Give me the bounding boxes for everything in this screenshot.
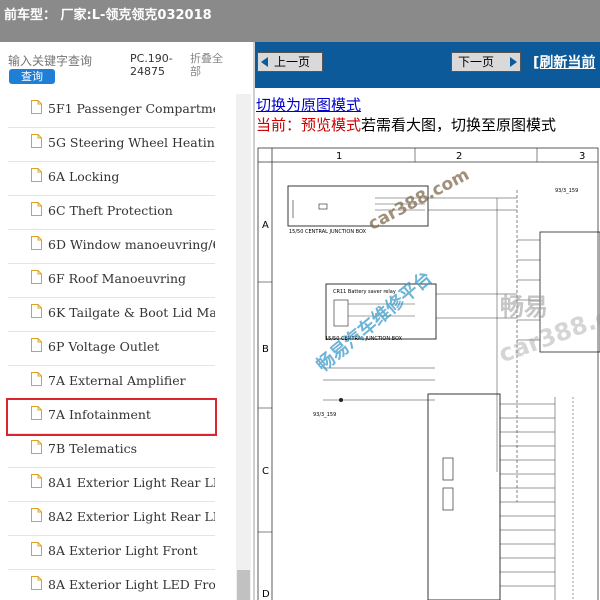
refresh-link[interactable]: [刷新当前 — [533, 52, 595, 72]
document-icon — [31, 134, 42, 148]
tree-item[interactable]: 6P Voltage Outlet — [8, 332, 215, 366]
document-icon — [31, 406, 42, 420]
tree-item[interactable]: 7B Telematics — [8, 434, 215, 468]
column-label-1: 1 — [336, 151, 342, 162]
document-icon — [31, 338, 42, 352]
tree-item[interactable]: 8A2 Exterior Light Rear LED — [8, 502, 215, 536]
tree-item-label: 7A Infotainment — [48, 407, 151, 422]
tree-item-label: 8A2 Exterior Light Rear LED — [48, 509, 215, 524]
page-nav-bar: 上一页 下一页 [刷新当前 — [255, 42, 600, 88]
mode-current: 预览模式 — [301, 116, 362, 134]
tree-item[interactable]: 6K Tailgate & Boot Lid Manoeuvring — [8, 298, 215, 332]
row-label-c: C — [262, 466, 269, 477]
tree-item[interactable]: 6D Window manoeuvring/6E Mirrors — [8, 230, 215, 264]
mode-status: 当前：预览模式若需看大图，切换至原图模式 — [256, 114, 556, 135]
tree-item-label: 6C Theft Protection — [48, 203, 173, 218]
prev-page-button[interactable]: 上一页 — [257, 52, 323, 72]
row-label-d: D — [262, 589, 270, 600]
sidebar-scrollbar[interactable] — [236, 94, 251, 600]
mode-suffix: 若需看大图，切换至原图模式 — [361, 116, 557, 134]
tree-item[interactable]: 6C Theft Protection — [8, 196, 215, 230]
tree-item-label: 5F1 Passenger Compartment Pre-Conditioni… — [48, 101, 215, 116]
document-icon — [31, 270, 42, 284]
document-icon — [31, 440, 42, 454]
tree-item-label: 7B Telematics — [48, 441, 138, 456]
switch-original-mode-link[interactable]: 切换为原图模式 — [256, 94, 361, 115]
pc-label: PC.190-24875 — [130, 52, 173, 78]
junction-box-1-title: 15/50 CENTRAL JUNCTION BOX — [289, 229, 367, 235]
column-label-3: 3 — [579, 151, 585, 162]
search-input[interactable] — [8, 52, 120, 70]
next-page-button[interactable]: 下一页 — [451, 52, 521, 72]
title-bar: 前车型： 厂家:L-领克领克032018 — [0, 0, 600, 42]
tree-item[interactable]: 6A Locking — [8, 162, 215, 196]
search-area: 查询 PC.190-24875 折叠全部 — [0, 42, 253, 92]
document-icon — [31, 202, 42, 216]
tree-item-label: 5G Steering Wheel Heating — [48, 135, 215, 150]
watermark-changyi: 畅易 — [500, 293, 548, 321]
document-icon — [31, 542, 42, 556]
arrow-right-icon — [510, 57, 517, 67]
tree-item[interactable]: 7A External Amplifier — [8, 366, 215, 400]
tree-item-label: 6D Window manoeuvring/6E Mirrors — [48, 237, 215, 252]
tree-item-label: 6A Locking — [48, 169, 120, 184]
row-label-b: B — [262, 344, 269, 355]
mode-prefix: 当前： — [256, 116, 302, 134]
wiring-diagram-svg: 1 2 3 A B C D 15/50 CENTRAL JUNCTION BOX… — [257, 147, 600, 600]
left-panel: 查询 PC.190-24875 折叠全部 5F1 Passenger Compa… — [0, 42, 253, 600]
document-icon — [31, 372, 42, 386]
document-icon — [31, 304, 42, 318]
tree-item[interactable]: 7A Infotainment — [6, 398, 217, 436]
tree-item-label: 6P Voltage Outlet — [48, 339, 160, 354]
tree-item[interactable]: 5G Steering Wheel Heating — [8, 128, 215, 162]
next-page-label: 下一页 — [458, 55, 495, 69]
document-icon — [31, 474, 42, 488]
document-icon — [31, 100, 42, 114]
content-panel: 上一页 下一页 [刷新当前 切换为原图模式 当前：预览模式若需看大图，切换至原图… — [255, 42, 600, 600]
document-icon — [31, 168, 42, 182]
wiring-diagram[interactable]: 1 2 3 A B C D 15/50 CENTRAL JUNCTION BOX… — [255, 142, 600, 600]
tree-item-label: 6F Roof Manoeuvring — [48, 271, 187, 286]
arrow-left-icon — [261, 57, 268, 67]
vehicle-title: 前车型： 厂家:L-领克领克032018 — [4, 8, 212, 23]
tree-item[interactable]: 8A Exterior Light LED Front — [8, 570, 215, 600]
column-label-2: 2 — [456, 151, 462, 162]
tree-item[interactable]: 6F Roof Manoeuvring — [8, 264, 215, 298]
document-icon — [31, 236, 42, 250]
document-icon — [31, 508, 42, 522]
tree-item-label: 6K Tailgate & Boot Lid Manoeuvring — [48, 305, 215, 320]
scrollbar-thumb[interactable] — [237, 570, 250, 600]
fold-all-button[interactable]: 折叠全部 — [190, 52, 230, 78]
reference-2: 93/3_159 — [555, 188, 578, 194]
tree-item-label: 8A1 Exterior Light Rear LED — [48, 475, 215, 490]
row-label-a: A — [262, 220, 269, 231]
search-button[interactable]: 查询 — [9, 69, 55, 84]
tree-item-label: 8A Exterior Light Front — [48, 543, 198, 558]
reference-1: 93/3_159 — [313, 412, 336, 418]
document-icon — [31, 576, 42, 590]
prev-page-label: 上一页 — [274, 55, 311, 69]
tree-item-label: 8A Exterior Light LED Front — [48, 577, 215, 592]
tree-item[interactable]: 8A Exterior Light Front — [8, 536, 215, 570]
tree-item-label: 7A External Amplifier — [48, 373, 186, 388]
tree-item[interactable]: 5F1 Passenger Compartment Pre-Conditioni… — [8, 94, 215, 128]
tree-item[interactable]: 8A1 Exterior Light Rear LED — [8, 468, 215, 502]
